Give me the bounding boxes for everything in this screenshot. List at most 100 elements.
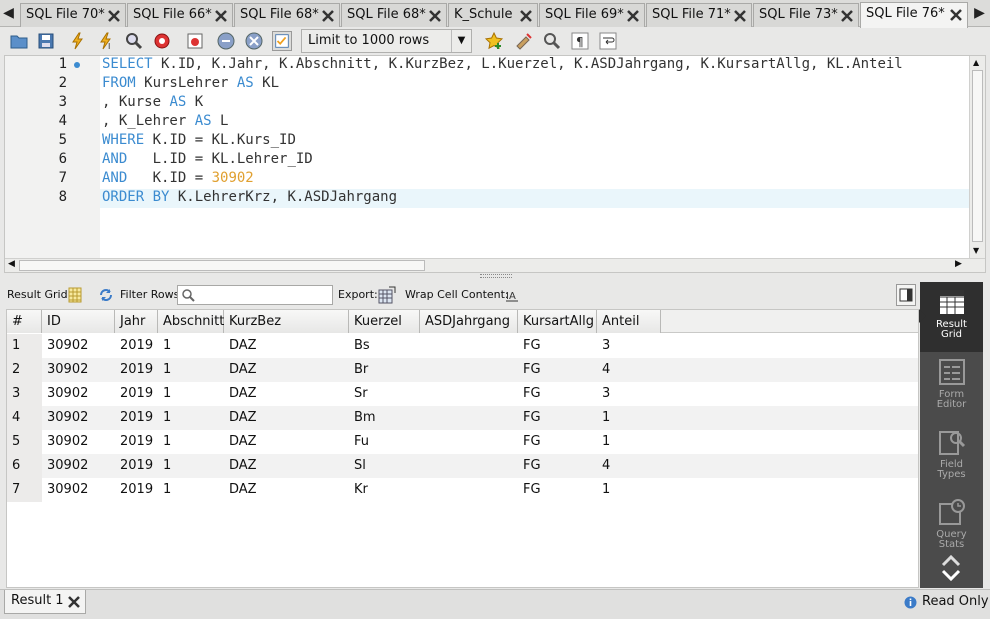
grid-cell[interactable]: FG (518, 430, 597, 454)
grid-cell[interactable]: FG (518, 382, 597, 406)
form-editor-button[interactable]: Form Editor (920, 352, 983, 422)
filter-rows-input[interactable] (177, 285, 333, 305)
column-header[interactable]: ID (42, 310, 115, 333)
stop-icon[interactable] (152, 31, 172, 51)
grid-cell[interactable]: 1 (158, 430, 224, 454)
auto-commit-icon[interactable] (272, 31, 292, 51)
close-icon[interactable] (840, 9, 854, 23)
toggle-panel-button[interactable] (896, 284, 916, 306)
grid-cell[interactable]: Br (349, 358, 420, 382)
grid-cell[interactable] (420, 430, 518, 454)
grid-cell[interactable]: DAZ (224, 406, 349, 430)
column-header[interactable]: Anteil (597, 310, 661, 333)
grid-cell[interactable] (420, 358, 518, 382)
result-grid[interactable]: # ID Jahr Abschnitt KurzBez Kuerzel ASDJ… (6, 309, 919, 588)
grid-cell[interactable]: 30902 (42, 382, 115, 406)
column-header[interactable]: Abschnitt (158, 310, 224, 333)
grid-cell[interactable] (420, 406, 518, 430)
row-number[interactable]: 4 (7, 406, 42, 430)
close-icon[interactable] (321, 9, 335, 23)
row-number[interactable]: 6 (7, 454, 42, 478)
field-types-button[interactable]: Field Types (920, 422, 983, 492)
grid-cell[interactable]: 1 (158, 334, 224, 358)
grid-cell[interactable]: 2019 (115, 382, 158, 406)
grid-cell[interactable]: 30902 (42, 454, 115, 478)
close-icon[interactable] (428, 9, 442, 23)
result-grid-button[interactable]: Result Grid (920, 282, 983, 352)
tab-sql-file[interactable]: SQL File 70* (20, 3, 126, 27)
splitter-handle[interactable] (480, 274, 512, 278)
limit-rows-select[interactable]: Limit to 1000 rows ▼ (301, 29, 472, 53)
table-row[interactable]: 4 30902 2019 1 DAZ Bm FG 1 (7, 406, 918, 430)
grid-cell[interactable]: DAZ (224, 478, 349, 502)
query-stats-button[interactable]: Query Stats (920, 492, 983, 562)
grid-cell[interactable]: Kr (349, 478, 420, 502)
refresh-icon[interactable] (98, 287, 114, 303)
explain-icon[interactable] (124, 31, 144, 51)
close-icon[interactable] (626, 9, 640, 23)
table-row[interactable]: 5 30902 2019 1 DAZ Fu FG 1 (7, 430, 918, 454)
wrap-cell-icon[interactable]: IA (505, 288, 519, 302)
scroll-thumb[interactable] (19, 260, 425, 271)
row-number[interactable]: 2 (7, 358, 42, 382)
grid-cell[interactable]: 2019 (115, 454, 158, 478)
grid-cell[interactable]: DAZ (224, 430, 349, 454)
grid-cell[interactable]: 1 (158, 406, 224, 430)
commit-icon[interactable] (216, 31, 236, 51)
column-header[interactable]: # (7, 310, 42, 333)
grid-cell[interactable]: 30902 (42, 358, 115, 382)
column-header[interactable]: ASDJahrgang (420, 310, 518, 333)
execute-current-icon[interactable]: I (96, 31, 116, 51)
grid-cell[interactable]: Sl (349, 454, 420, 478)
table-row[interactable]: 6 30902 2019 1 DAZ Sl FG 4 (7, 454, 918, 478)
grid-cell[interactable]: Bm (349, 406, 420, 430)
beautify-icon[interactable] (514, 31, 534, 51)
grid-cell[interactable]: DAZ (224, 454, 349, 478)
grid-cell[interactable]: 4 (597, 454, 661, 478)
close-icon[interactable] (67, 595, 81, 609)
scroll-panel-icon[interactable] (939, 553, 963, 583)
grid-cell[interactable]: FG (518, 358, 597, 382)
scroll-thumb[interactable] (972, 70, 983, 242)
close-icon[interactable] (214, 9, 228, 23)
tab-sql-file[interactable]: SQL File 73* (753, 3, 859, 27)
grid-cell[interactable] (420, 382, 518, 406)
grid-cell[interactable]: FG (518, 478, 597, 502)
row-number[interactable]: 7 (7, 478, 42, 502)
grid-cell[interactable]: 2019 (115, 334, 158, 358)
scroll-down-icon[interactable]: ▼ (973, 246, 979, 255)
table-row[interactable]: 7 30902 2019 1 DAZ Kr FG 1 (7, 478, 918, 502)
column-header[interactable]: Jahr (115, 310, 158, 333)
row-number[interactable]: 1 (7, 334, 42, 358)
grid-cell[interactable]: 1 (158, 382, 224, 406)
wrap-lines-icon[interactable] (598, 31, 618, 51)
grid-cell[interactable]: 30902 (42, 478, 115, 502)
tab-scroll-right-icon[interactable]: ▶ (971, 0, 988, 27)
table-row[interactable]: 2 30902 2019 1 DAZ Br FG 4 (7, 358, 918, 382)
tab-k-schule[interactable]: K_Schule (448, 3, 538, 27)
row-number[interactable]: 5 (7, 430, 42, 454)
grid-cell[interactable]: 1 (158, 478, 224, 502)
execute-icon[interactable] (68, 31, 88, 51)
grid-cell[interactable]: 4 (597, 358, 661, 382)
grid-cell[interactable]: Sr (349, 382, 420, 406)
grid-cell[interactable]: 2019 (115, 430, 158, 454)
grid-cell[interactable]: Bs (349, 334, 420, 358)
grid-cell[interactable]: 1 (597, 430, 661, 454)
column-header[interactable]: KursartAllg (518, 310, 597, 333)
tab-sql-file-active[interactable]: SQL File 76* (860, 2, 968, 28)
grid-cell[interactable]: Fu (349, 430, 420, 454)
export-icon[interactable] (378, 286, 396, 304)
grid-cell[interactable]: 1 (597, 406, 661, 430)
grid-cell[interactable] (420, 334, 518, 358)
grid-cell[interactable] (420, 478, 518, 502)
open-folder-icon[interactable] (9, 31, 29, 51)
invisible-chars-icon[interactable]: ¶ (570, 31, 590, 51)
grid-cell[interactable]: 1 (158, 358, 224, 382)
tab-sql-file[interactable]: SQL File 68* (234, 3, 340, 27)
grid-cell[interactable]: DAZ (224, 358, 349, 382)
tab-scroll-left-icon[interactable]: ◀ (0, 0, 17, 27)
grid-cell[interactable]: DAZ (224, 382, 349, 406)
grid-icon[interactable] (68, 287, 82, 303)
toggle-error-icon[interactable] (185, 31, 205, 51)
